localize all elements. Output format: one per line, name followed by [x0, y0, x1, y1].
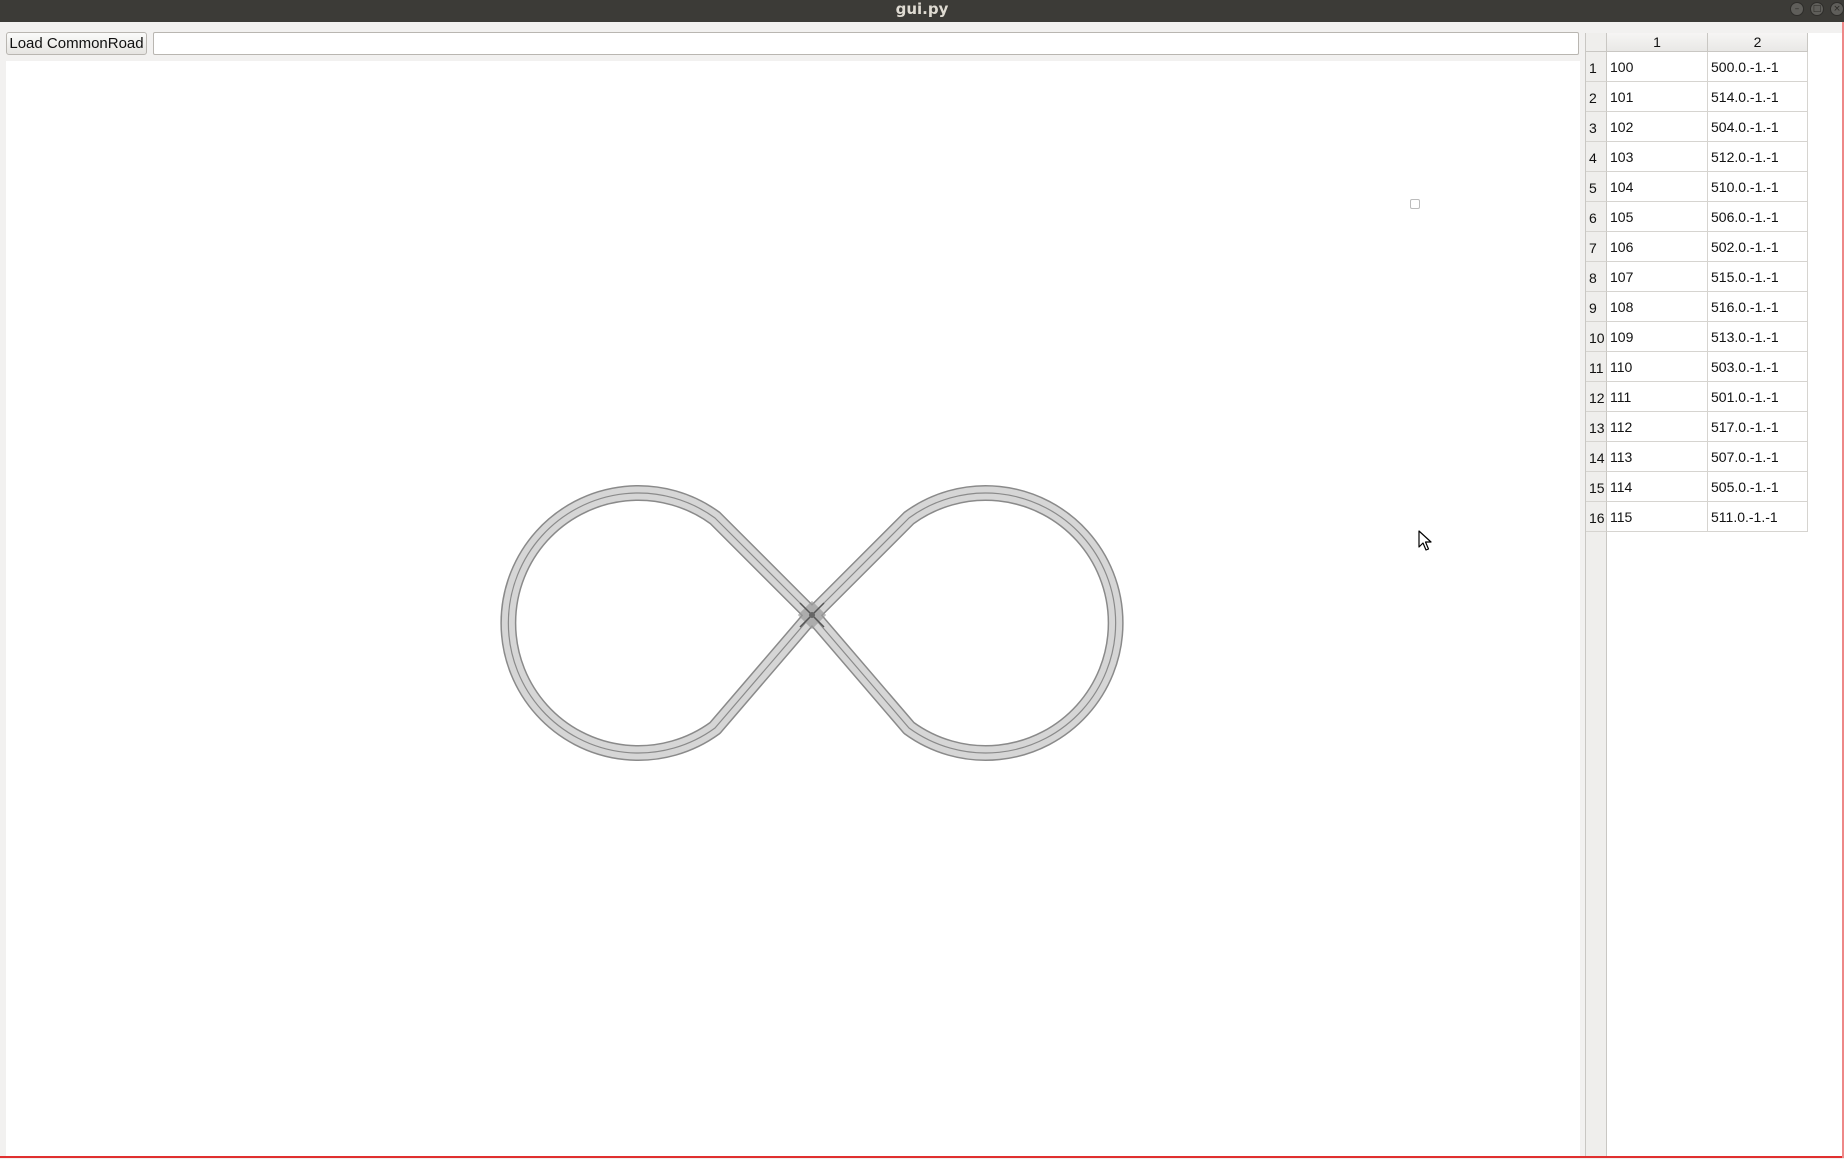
table-cell-col2[interactable]: 506.0.-1.-1	[1708, 202, 1808, 232]
row-header[interactable]: 14	[1586, 442, 1607, 472]
intersection-marker	[797, 600, 827, 630]
minimize-icon[interactable]: –	[1790, 2, 1804, 16]
table-row[interactable]: 3 102 504.0.-1.-1	[1586, 112, 1808, 142]
window-bottom-border	[0, 1156, 1844, 1158]
table-cell-col1[interactable]: 113	[1607, 442, 1708, 472]
table-row[interactable]: 15 114 505.0.-1.-1	[1586, 472, 1808, 502]
table-row[interactable]: 12 111 501.0.-1.-1	[1586, 382, 1808, 412]
row-header[interactable]: 12	[1586, 382, 1607, 412]
table-cell-col2[interactable]: 517.0.-1.-1	[1708, 412, 1808, 442]
table-cell-col1[interactable]: 107	[1607, 262, 1708, 292]
row-header[interactable]: 11	[1586, 352, 1607, 382]
table-row[interactable]: 4 103 512.0.-1.-1	[1586, 142, 1808, 172]
table-row[interactable]: 14 113 507.0.-1.-1	[1586, 442, 1808, 472]
load-commonroad-button[interactable]: Load CommonRoad	[6, 32, 147, 55]
table-cell-col2[interactable]: 510.0.-1.-1	[1708, 172, 1808, 202]
figure-eight-road	[500, 485, 1124, 761]
table-row[interactable]: 13 112 517.0.-1.-1	[1586, 412, 1808, 442]
table-cell-col2[interactable]: 513.0.-1.-1	[1708, 322, 1808, 352]
row-header[interactable]: 13	[1586, 412, 1607, 442]
table-cell-col2[interactable]: 503.0.-1.-1	[1708, 352, 1808, 382]
id-mapping-table[interactable]: 1 2 1 100 500.0.-1.-1 2 101 514.0.-1.-1 3 102 50…	[1585, 33, 1844, 1156]
table-row[interactable]: 1 100 500.0.-1.-1	[1586, 52, 1808, 82]
table-cell-col1[interactable]: 108	[1607, 292, 1708, 322]
table-row[interactable]: 8 107 515.0.-1.-1	[1586, 262, 1808, 292]
title-bar: gui.py – □ ×	[0, 0, 1844, 22]
table-cell-col2[interactable]: 516.0.-1.-1	[1708, 292, 1808, 322]
table-cell-col1[interactable]: 100	[1607, 52, 1708, 82]
table-cell-col1[interactable]: 114	[1607, 472, 1708, 502]
window-title: gui.py	[895, 0, 949, 18]
close-icon[interactable]: ×	[1830, 2, 1844, 16]
table-cell-col2[interactable]: 505.0.-1.-1	[1708, 472, 1808, 502]
row-header[interactable]: 9	[1586, 292, 1607, 322]
table-cell-col1[interactable]: 109	[1607, 322, 1708, 352]
table-cell-col2[interactable]: 500.0.-1.-1	[1708, 52, 1808, 82]
row-header[interactable]: 7	[1586, 232, 1607, 262]
row-header[interactable]: 4	[1586, 142, 1607, 172]
column-header-2[interactable]: 2	[1708, 33, 1808, 52]
table-cell-col1[interactable]: 104	[1607, 172, 1708, 202]
table-cell-col2[interactable]: 502.0.-1.-1	[1708, 232, 1808, 262]
table-corner-button[interactable]	[1586, 33, 1607, 52]
table-cell-col1[interactable]: 103	[1607, 142, 1708, 172]
row-header[interactable]: 15	[1586, 472, 1607, 502]
table-row[interactable]: 10 109 513.0.-1.-1	[1586, 322, 1808, 352]
table-cell-col1[interactable]: 111	[1607, 382, 1708, 412]
maximize-icon[interactable]: □	[1810, 2, 1824, 16]
table-cell-col1[interactable]: 101	[1607, 82, 1708, 112]
table-row[interactable]: 2 101 514.0.-1.-1	[1586, 82, 1808, 112]
table-cell-col1[interactable]: 105	[1607, 202, 1708, 232]
file-path-input[interactable]	[153, 32, 1579, 55]
table-cell-col2[interactable]: 501.0.-1.-1	[1708, 382, 1808, 412]
table-body: 1 100 500.0.-1.-1 2 101 514.0.-1.-1 3 102 504.0.…	[1586, 52, 1808, 532]
table-row[interactable]: 11 110 503.0.-1.-1	[1586, 352, 1808, 382]
table-cell-col2[interactable]: 514.0.-1.-1	[1708, 82, 1808, 112]
table-row[interactable]: 7 106 502.0.-1.-1	[1586, 232, 1808, 262]
row-header[interactable]: 2	[1586, 82, 1607, 112]
table-cell-col2[interactable]: 515.0.-1.-1	[1708, 262, 1808, 292]
row-header[interactable]: 16	[1586, 502, 1607, 532]
table-cell-col1[interactable]: 106	[1607, 232, 1708, 262]
table-cell-col2[interactable]: 504.0.-1.-1	[1708, 112, 1808, 142]
table-cell-col2[interactable]: 512.0.-1.-1	[1708, 142, 1808, 172]
table-cell-col1[interactable]: 115	[1607, 502, 1708, 532]
mouse-pointer-icon	[1418, 530, 1432, 551]
row-header[interactable]: 5	[1586, 172, 1607, 202]
road-network-canvas[interactable]	[6, 61, 1580, 1156]
row-header[interactable]: 8	[1586, 262, 1607, 292]
row-header[interactable]: 1	[1586, 52, 1607, 82]
table-cell-col1[interactable]: 112	[1607, 412, 1708, 442]
table-row[interactable]: 9 108 516.0.-1.-1	[1586, 292, 1808, 322]
table-cell-col1[interactable]: 102	[1607, 112, 1708, 142]
table-row[interactable]: 6 105 506.0.-1.-1	[1586, 202, 1808, 232]
column-header-1[interactable]: 1	[1607, 33, 1708, 52]
table-cell-col1[interactable]: 110	[1607, 352, 1708, 382]
table-row[interactable]: 5 104 510.0.-1.-1	[1586, 172, 1808, 202]
row-header[interactable]: 10	[1586, 322, 1607, 352]
table-row[interactable]: 16 115 511.0.-1.-1	[1586, 502, 1808, 532]
row-header[interactable]: 3	[1586, 112, 1607, 142]
row-header[interactable]: 6	[1586, 202, 1607, 232]
canvas-checkbox[interactable]	[1410, 199, 1420, 209]
table-cell-col2[interactable]: 507.0.-1.-1	[1708, 442, 1808, 472]
table-cell-col2[interactable]: 511.0.-1.-1	[1708, 502, 1808, 532]
